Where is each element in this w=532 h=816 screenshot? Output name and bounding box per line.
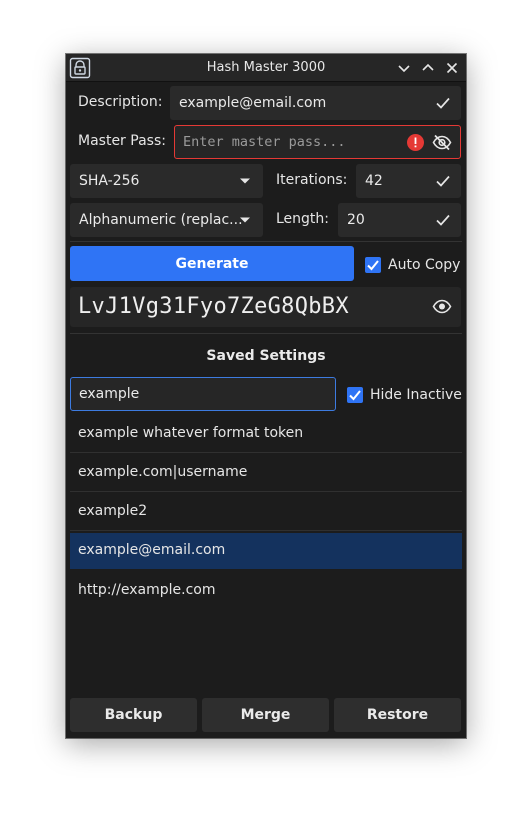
hash-algorithm-select[interactable]: SHA-256 — [70, 164, 263, 198]
app-window: Hash Master 3000 Description: example@em… — [66, 54, 466, 738]
auto-copy-label: Auto Copy — [388, 257, 461, 273]
eye-icon[interactable] — [432, 298, 452, 315]
description-label: Description: — [78, 94, 163, 110]
merge-button[interactable]: Merge — [202, 698, 329, 732]
master-pass-label: Master Pass: — [78, 133, 166, 149]
generate-button[interactable]: Generate — [70, 246, 354, 281]
error-icon — [407, 134, 424, 151]
saved-list-item[interactable]: example.com|username — [70, 454, 462, 492]
maximize-chevron-icon[interactable] — [419, 59, 437, 77]
hide-inactive-checkbox[interactable] — [347, 387, 363, 403]
saved-search-input[interactable]: example — [70, 377, 336, 411]
description-field[interactable]: example@email.com — [170, 86, 461, 120]
length-value: 20 — [347, 212, 365, 228]
minimize-chevron-icon[interactable] — [395, 59, 413, 77]
checkmark-icon — [367, 260, 379, 271]
divider — [70, 241, 462, 242]
format-select[interactable]: Alphanumeric (replac... — [70, 203, 263, 237]
length-label: Length: — [276, 211, 330, 227]
saved-item-label: http://example.com — [78, 582, 216, 598]
saved-item-label: example whatever format token — [78, 425, 304, 441]
saved-list-item[interactable]: example whatever format token — [70, 415, 462, 453]
eye-off-icon[interactable] — [432, 134, 452, 151]
format-value: Alphanumeric (replac... — [79, 212, 243, 228]
generated-password-box: LvJ1Vg31Fyo7ZeG8QbBX — [70, 287, 461, 327]
check-icon[interactable] — [435, 95, 451, 111]
restore-button[interactable]: Restore — [334, 698, 461, 732]
dropdown-caret-icon — [240, 217, 250, 223]
saved-list-item[interactable]: example2 — [70, 493, 462, 531]
divider — [70, 333, 462, 334]
check-icon[interactable] — [435, 212, 451, 228]
iterations-label: Iterations: — [276, 172, 348, 188]
saved-item-label: example2 — [78, 503, 148, 519]
check-icon[interactable] — [435, 173, 451, 189]
description-value: example@email.com — [179, 95, 327, 111]
master-pass-placeholder: Enter master pass... — [183, 134, 346, 150]
iterations-value: 42 — [365, 173, 383, 189]
checkmark-icon — [349, 390, 361, 401]
iterations-field[interactable]: 42 — [356, 164, 461, 198]
length-field[interactable]: 20 — [338, 203, 461, 237]
backup-button[interactable]: Backup — [70, 698, 197, 732]
saved-list-item-selected[interactable]: example@email.com — [70, 533, 462, 569]
hash-algorithm-value: SHA-256 — [79, 173, 140, 189]
saved-settings-title: Saved Settings — [206, 348, 326, 364]
saved-search-value: example — [79, 386, 140, 402]
generated-password: LvJ1Vg31Fyo7ZeG8QbBX — [78, 294, 349, 319]
auto-copy-checkbox[interactable] — [365, 257, 381, 273]
dropdown-caret-icon — [240, 178, 250, 184]
master-pass-input[interactable]: Enter master pass... — [174, 125, 461, 159]
saved-item-label: example@email.com — [78, 542, 226, 558]
close-icon[interactable] — [443, 59, 461, 77]
saved-list-item[interactable]: http://example.com — [70, 572, 462, 610]
title-bar: Hash Master 3000 — [66, 54, 466, 82]
saved-item-label: example.com|username — [78, 464, 248, 480]
hide-inactive-label: Hide Inactive — [370, 387, 462, 403]
